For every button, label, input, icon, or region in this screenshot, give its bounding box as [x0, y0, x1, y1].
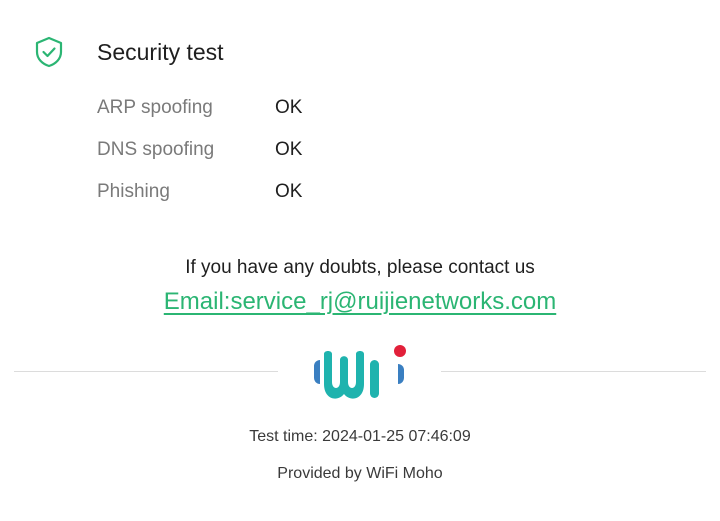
result-row-dns-spoofing: DNS spoofing OK — [97, 134, 497, 176]
security-test-title: Security test — [97, 39, 224, 65]
result-row-phishing: Phishing OK — [97, 176, 497, 218]
test-time: Test time: 2024-01-25 07:46:09 — [249, 428, 471, 445]
security-test-section: Security test — [0, 0, 720, 100]
result-name: ARP spoofing — [97, 97, 213, 118]
result-name: Phishing — [97, 181, 170, 202]
result-status: OK — [275, 139, 303, 160]
email-link-container: Email:service_rj@ruijienetworks.com — [0, 288, 720, 316]
wifi-moho-logo — [314, 345, 406, 399]
result-row-arp-spoofing: ARP spoofing OK — [97, 92, 497, 134]
result-status: OK — [275, 181, 303, 202]
shield-check-icon — [35, 36, 63, 68]
divider-right — [441, 371, 706, 372]
provided-by: Provided by WiFi Moho — [277, 465, 443, 482]
security-results-list: ARP spoofing OK DNS spoofing OK Phishing… — [97, 92, 497, 218]
contact-message: If you have any doubts, please contact u… — [185, 257, 535, 278]
email-link[interactable]: Email:service_rj@ruijienetworks.com — [164, 288, 556, 315]
result-name: DNS spoofing — [97, 139, 215, 160]
divider-left — [14, 371, 278, 372]
result-status: OK — [275, 97, 303, 118]
